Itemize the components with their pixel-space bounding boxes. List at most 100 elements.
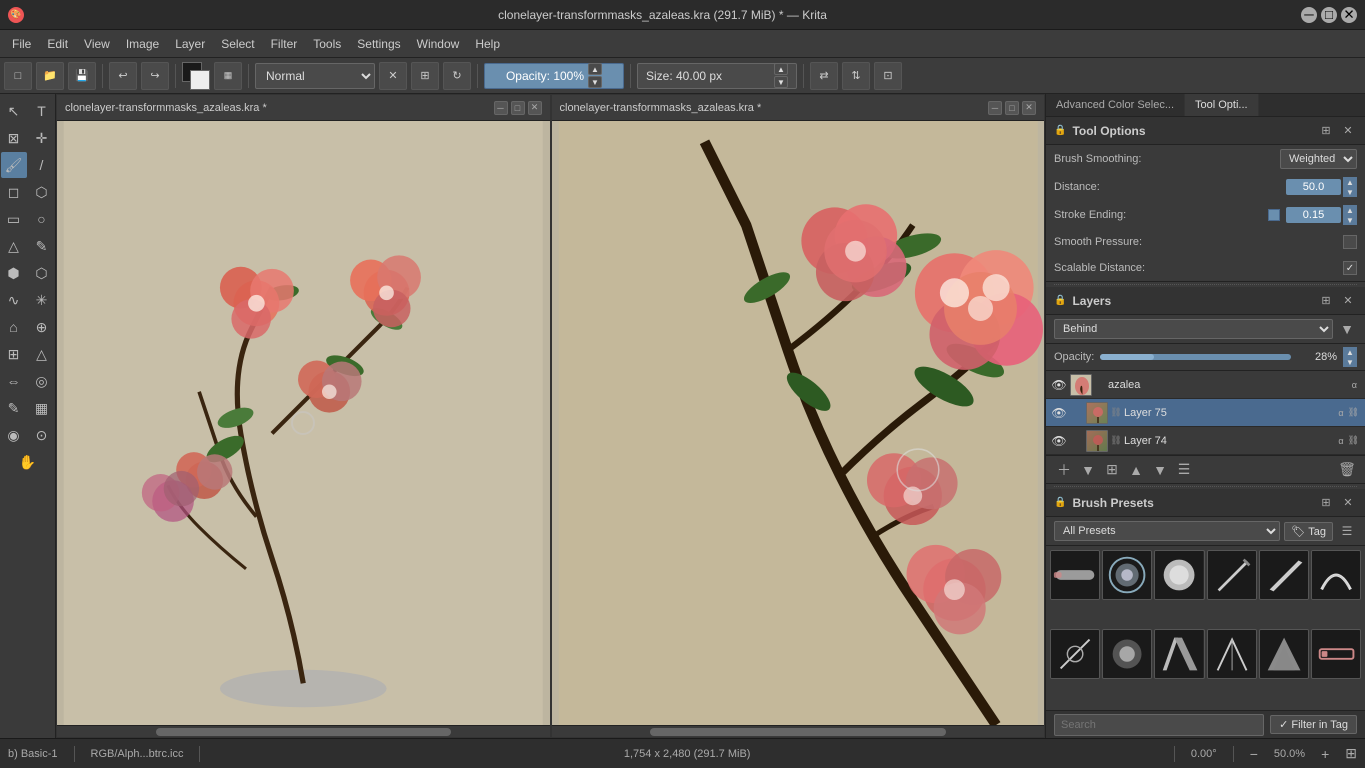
canvas2-hscroll[interactable] — [552, 725, 1045, 737]
move-tool[interactable]: ✛ — [29, 125, 55, 151]
brush-preset-3[interactable] — [1154, 550, 1204, 600]
status-expand-button[interactable]: ⊞ — [1345, 745, 1357, 762]
menu-layer[interactable]: Layer — [167, 33, 213, 55]
path-tool[interactable]: ◉ — [1, 422, 27, 448]
layer-visibility-74[interactable]: 👁 — [1050, 432, 1068, 450]
layer-row-75[interactable]: 👁 ⛓ Layer 75 α ⛓ — [1046, 399, 1365, 427]
brush-presets-category-select[interactable]: All Presets — [1054, 521, 1280, 541]
canvas1-hscroll-thumb[interactable] — [156, 728, 452, 736]
brush-preset-7[interactable] — [1050, 629, 1100, 679]
brush-preset-6[interactable] — [1311, 550, 1361, 600]
menu-tools[interactable]: Tools — [305, 33, 349, 55]
tab-advanced-color[interactable]: Advanced Color Selec... — [1046, 94, 1185, 116]
brush-presets-options-button[interactable]: ☰ — [1337, 521, 1357, 541]
redo-button[interactable]: ↪ — [141, 62, 169, 90]
opacity-up[interactable]: ▲ — [588, 63, 602, 75]
brush-tool[interactable]: 🖌 — [1, 152, 27, 178]
mirror-v-button[interactable]: ⇅ — [842, 62, 870, 90]
freehand-select-tool[interactable]: ✎ — [29, 233, 55, 259]
save-button[interactable]: 💾 — [68, 62, 96, 90]
distance-input[interactable]: 50.0 — [1286, 179, 1341, 195]
menu-settings[interactable]: Settings — [349, 33, 408, 55]
size-down[interactable]: ▼ — [774, 76, 788, 88]
menu-window[interactable]: Window — [409, 33, 468, 55]
pan-tool[interactable]: ✋ — [15, 449, 41, 475]
gradient-tool[interactable]: ▦ — [29, 395, 55, 421]
brush-preset-4[interactable] — [1207, 550, 1257, 600]
brush-preset-2[interactable] — [1102, 550, 1152, 600]
tab-tool-options[interactable]: Tool Opti... — [1185, 94, 1259, 116]
contiguous-select-tool[interactable]: ⬢ — [1, 260, 27, 286]
delete-layer-button[interactable]: 🗑 — [1337, 460, 1357, 480]
similar-select-tool[interactable]: ⬡ — [29, 260, 55, 286]
color-picker-tool[interactable]: ✎ — [1, 395, 27, 421]
menu-select[interactable]: Select — [213, 33, 262, 55]
crop-tool[interactable]: ⊠ — [1, 125, 27, 151]
layers-filter-button[interactable]: ▼ — [1337, 319, 1357, 339]
refresh-button[interactable]: ↻ — [443, 62, 471, 90]
rect-select-tool[interactable]: ▭ — [1, 206, 27, 232]
canvas1-hscroll[interactable] — [57, 725, 550, 737]
layers-close[interactable]: ✕ — [1339, 292, 1357, 310]
new-button[interactable]: □ — [4, 62, 32, 90]
menu-help[interactable]: Help — [467, 33, 508, 55]
canvas2-minimize[interactable]: ─ — [988, 101, 1002, 115]
close-button[interactable]: ✕ — [1341, 7, 1357, 23]
canvas-content-2[interactable] — [552, 121, 1045, 725]
assistant-tool[interactable]: ⊙ — [29, 422, 55, 448]
layer-row-74[interactable]: 👁 ⛓ Layer 74 α ⛓ — [1046, 427, 1365, 455]
canvas1-minimize[interactable]: ─ — [494, 101, 508, 115]
smooth-pressure-checkbox[interactable] — [1343, 235, 1357, 249]
multibrush-tool[interactable]: ✳ — [29, 287, 55, 313]
zoom-out-button[interactable]: − — [1250, 746, 1258, 762]
layers-opacity-down[interactable]: ▼ — [1343, 357, 1357, 367]
layer-visibility-azalea[interactable]: 👁 — [1050, 376, 1068, 394]
distance-down[interactable]: ▼ — [1343, 187, 1357, 197]
polygon-select-tool[interactable]: △ — [1, 233, 27, 259]
mirror-h-button[interactable]: ⇄ — [810, 62, 838, 90]
layer-visibility-75[interactable]: 👁 — [1050, 404, 1068, 422]
tool-options-float[interactable]: ⊞ — [1317, 122, 1335, 140]
bezier-curve-tool[interactable]: ∿ — [1, 287, 27, 313]
maximize-button[interactable]: □ — [1321, 7, 1337, 23]
stroke-ending-input[interactable]: 0.15 — [1286, 207, 1341, 223]
menu-image[interactable]: Image — [118, 33, 167, 55]
menu-file[interactable]: File — [4, 33, 39, 55]
transform-tool[interactable]: ⊞ — [1, 341, 27, 367]
add-layer-dropdown[interactable]: ▼ — [1078, 460, 1098, 480]
brush-preset-1[interactable] — [1050, 550, 1100, 600]
brush-presets-close[interactable]: ✕ — [1339, 494, 1357, 512]
brush-smoothing-select[interactable]: Weighted Basic Stabilizer None — [1280, 149, 1357, 169]
brush-preset-12[interactable] — [1311, 629, 1361, 679]
scalable-distance-checkbox[interactable]: ✓ — [1343, 261, 1357, 275]
layers-float[interactable]: ⊞ — [1317, 292, 1335, 310]
fill-tool[interactable]: ⬡ — [29, 179, 55, 205]
undo-button[interactable]: ↩ — [109, 62, 137, 90]
layer-row-azalea[interactable]: 👁 azalea α — [1046, 371, 1365, 399]
move-layer-up-button[interactable]: ▲ — [1126, 460, 1146, 480]
layers-blend-select[interactable]: Behind Normal Multiply — [1054, 319, 1333, 339]
zoom-tool[interactable]: ◎ — [29, 368, 55, 394]
canvas2-hscroll-thumb[interactable] — [650, 728, 946, 736]
open-button[interactable]: 📁 — [36, 62, 64, 90]
smart-patch-tool[interactable]: ⌂ — [1, 314, 27, 340]
select-tool[interactable]: ↖ — [1, 98, 27, 124]
stroke-ending-down[interactable]: ▼ — [1343, 215, 1357, 225]
blend-mode-select[interactable]: Normal Multiply Screen Behind — [255, 63, 375, 89]
ruler-tool[interactable]: △ — [29, 341, 55, 367]
zoom-in-button[interactable]: + — [1321, 746, 1329, 762]
brush-preset-9[interactable] — [1154, 629, 1204, 679]
wrap-button[interactable]: ⊡ — [874, 62, 902, 90]
layers-opacity-up[interactable]: ▲ — [1343, 347, 1357, 357]
canvas2-close[interactable]: ✕ — [1022, 101, 1036, 115]
tool-options-close[interactable]: ✕ — [1339, 122, 1357, 140]
minimize-button[interactable]: ─ — [1301, 7, 1317, 23]
line-tool[interactable]: / — [29, 152, 55, 178]
add-layer-button[interactable]: ＋ — [1054, 460, 1074, 480]
color-swatch-fg[interactable] — [182, 62, 210, 90]
canvas-content-1[interactable] — [57, 121, 550, 725]
opacity-down[interactable]: ▼ — [588, 76, 602, 88]
brush-preset-11[interactable] — [1259, 629, 1309, 679]
brush-preset-10[interactable] — [1207, 629, 1257, 679]
brush-presets-float[interactable]: ⊞ — [1317, 494, 1335, 512]
